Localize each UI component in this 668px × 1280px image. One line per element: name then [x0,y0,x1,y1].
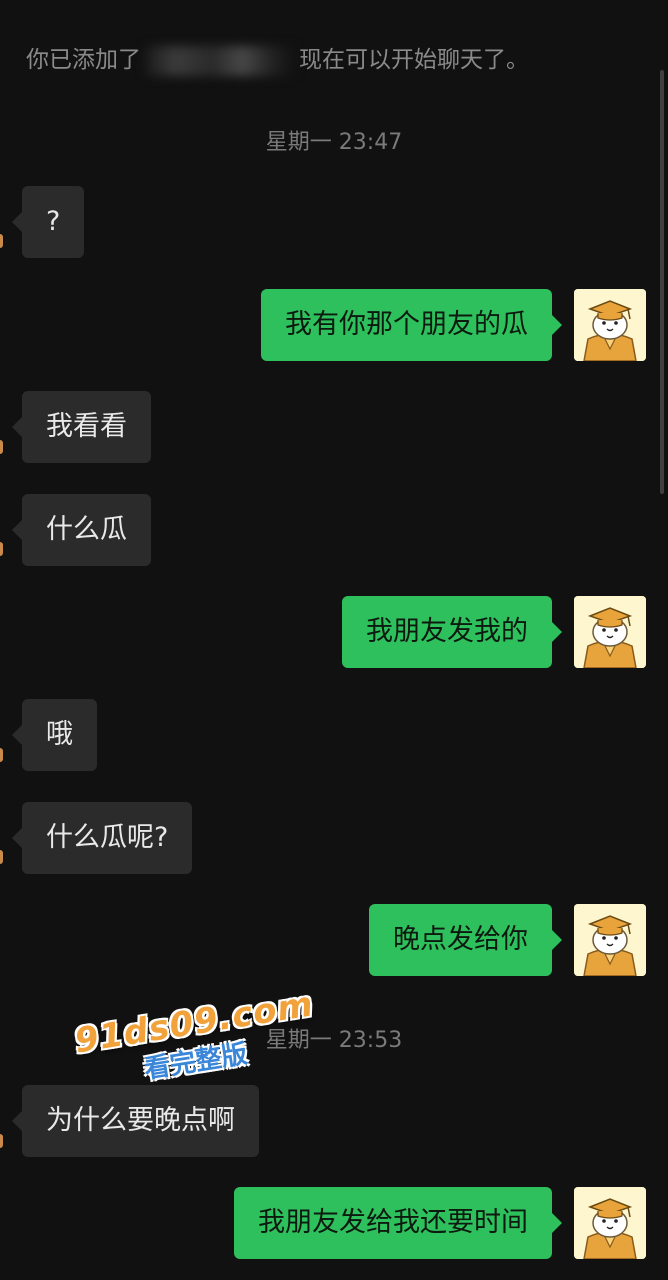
incoming-message[interactable]: ? [11,186,85,258]
cartoon-dog-graduate-avatar-icon [574,904,646,976]
incoming-message[interactable]: 为什么要晚点啊 [12,1085,259,1157]
cartoon-dog-graduate-avatar-icon [574,596,646,668]
contact-avatar-edge [0,850,3,864]
contact-avatar-edge [0,440,3,454]
timestamp: 星期一 23:47 [265,130,403,155]
user-avatar[interactable] [574,596,646,668]
user-avatar[interactable] [574,289,646,361]
cartoon-dog-graduate-avatar-icon [574,1187,646,1259]
incoming-message[interactable]: 我看看 [12,391,151,463]
friend-added-notice: 你已添加了 现在可以开始聊天了。 [26,40,529,76]
contact-avatar-edge [0,234,3,248]
user-avatar[interactable] [574,1187,646,1259]
contact-avatar-edge [0,542,3,556]
scrollbar[interactable] [660,70,664,494]
outgoing-message[interactable]: 我有你那个朋友的瓜 [261,289,562,361]
cartoon-dog-graduate-avatar-icon [574,289,646,361]
incoming-message[interactable]: 什么瓜呢? [11,802,193,874]
chat-view: 你已添加了 现在可以开始聊天了。 星期一 23:47 ? 我有你那个朋友的瓜 我看… [0,0,668,1280]
friend-added-suffix: 现在可以开始聊天了。 [299,47,529,73]
outgoing-message[interactable]: 我朋友发给我还要时间 [234,1187,562,1259]
contact-avatar-edge [0,1134,3,1148]
contact-avatar-edge [0,748,3,762]
timestamp: 星期一 23:53 [265,1028,403,1053]
outgoing-message[interactable]: 我朋友发我的 [342,596,562,668]
friend-added-prefix: 你已添加了 [26,47,141,73]
blurred-contact-name [145,45,295,76]
incoming-message[interactable]: 哦 [12,699,97,771]
outgoing-message[interactable]: 晚点发给你 [369,904,562,976]
user-avatar[interactable] [574,904,646,976]
incoming-message[interactable]: 什么瓜 [12,494,151,566]
